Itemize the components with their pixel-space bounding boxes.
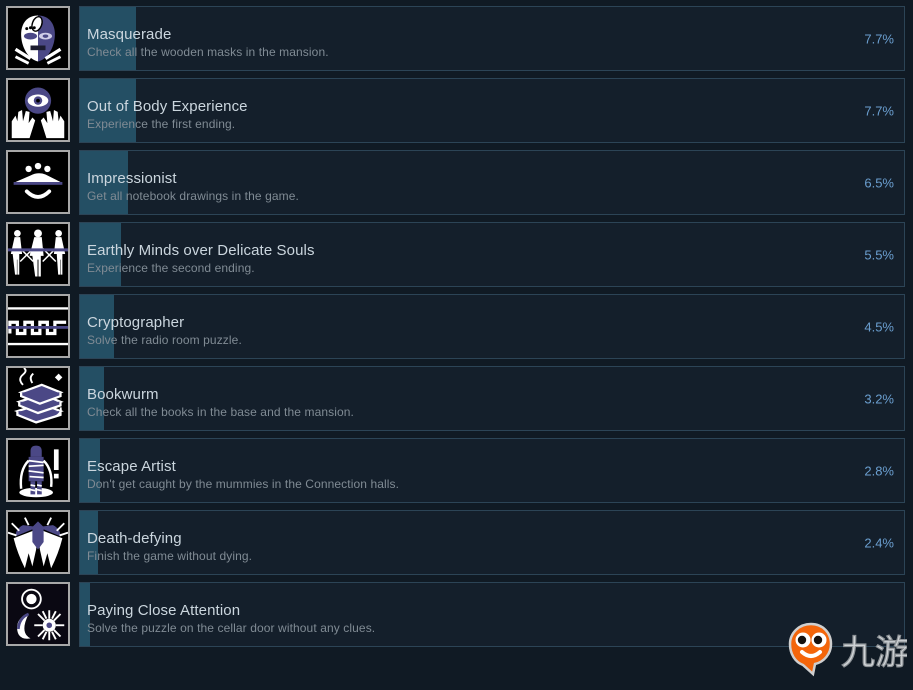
achievement-body[interactable]: Out of Body Experience Experience the fir… xyxy=(79,78,905,143)
achievement-text: Paying Close Attention Solve the puzzle o… xyxy=(80,583,904,636)
achievement-title: Out of Body Experience xyxy=(87,98,248,115)
achievement-row[interactable]: Death-defying Finish the game without dyi… xyxy=(0,509,913,576)
achievement-description: Check all the books in the base and the … xyxy=(87,405,354,419)
achievement-description: Experience the first ending. xyxy=(87,117,236,131)
achievement-percent: 7.7% xyxy=(864,31,894,46)
square-wave-icon xyxy=(6,294,70,358)
achievement-body[interactable]: Impressionist Get all notebook drawings i… xyxy=(79,150,905,215)
achievement-title: Bookwurm xyxy=(87,386,159,403)
achievement-row[interactable]: Escape Artist Don't get caught by the mum… xyxy=(0,437,913,504)
achievement-row[interactable]: Cryptographer Solve the radio room puzzle… xyxy=(0,293,913,360)
achievement-row[interactable]: Paying Close Attention Solve the puzzle o… xyxy=(0,581,913,648)
achievement-percent: 7.7% xyxy=(864,103,894,118)
achievement-percent: 6.5% xyxy=(864,175,894,190)
achievement-description: Get all notebook drawings in the game. xyxy=(87,189,299,203)
achievement-percent: 2.4% xyxy=(864,535,894,550)
eye-hands-icon xyxy=(6,78,70,142)
winged-figure-icon xyxy=(6,510,70,574)
achievement-text: Bookwurm Check all the books in the base … xyxy=(80,367,904,420)
achievement-percent: 4.5% xyxy=(864,319,894,334)
achievement-body[interactable]: Masquerade Check all the wooden masks in … xyxy=(79,6,905,71)
achievement-text: Escape Artist Don't get caught by the mum… xyxy=(80,439,904,492)
achievement-title: Impressionist xyxy=(87,170,177,187)
sun-moon-icon xyxy=(6,582,70,646)
achievement-row[interactable]: Impressionist Get all notebook drawings i… xyxy=(0,149,913,216)
achievement-text: Death-defying Finish the game without dyi… xyxy=(80,511,904,564)
achievement-description: Finish the game without dying. xyxy=(87,549,253,563)
achievement-row[interactable]: Masquerade Check all the wooden masks in … xyxy=(0,5,913,72)
achievement-body[interactable]: Earthly Minds over Delicate Souls Experie… xyxy=(79,222,905,287)
achievement-row[interactable]: Bookwurm Check all the books in the base … xyxy=(0,365,913,432)
achievement-body[interactable]: Paying Close Attention Solve the puzzle o… xyxy=(79,582,905,647)
achievement-text: Out of Body Experience Experience the fir… xyxy=(80,79,904,132)
mask-icon xyxy=(6,6,70,70)
achievement-description: Solve the puzzle on the cellar door with… xyxy=(87,621,376,635)
achievement-row[interactable]: Earthly Minds over Delicate Souls Experie… xyxy=(0,221,913,288)
achievement-title: Masquerade xyxy=(87,26,172,43)
achievement-text: Earthly Minds over Delicate Souls Experie… xyxy=(80,223,904,276)
achievement-description: Experience the second ending. xyxy=(87,261,255,275)
achievement-description: Don't get caught by the mummies in the C… xyxy=(87,477,400,491)
achievement-title: Paying Close Attention xyxy=(87,602,241,619)
achievement-list: Masquerade Check all the wooden masks in … xyxy=(0,0,913,653)
achievement-body[interactable]: Cryptographer Solve the radio room puzzle… xyxy=(79,294,905,359)
achievement-percent: 5.5% xyxy=(864,247,894,262)
achievement-title: Earthly Minds over Delicate Souls xyxy=(87,242,315,259)
achievement-body[interactable]: Escape Artist Don't get caught by the mum… xyxy=(79,438,905,503)
three-figures-icon xyxy=(6,222,70,286)
achievement-percent: 2.8% xyxy=(864,463,894,478)
achievement-description: Solve the radio room puzzle. xyxy=(87,333,242,347)
achievement-percent: 3.2% xyxy=(864,391,894,406)
achievement-body[interactable]: Bookwurm Check all the books in the base … xyxy=(79,366,905,431)
achievement-text: Cryptographer Solve the radio room puzzle… xyxy=(80,295,904,348)
books-icon xyxy=(6,366,70,430)
achievement-body[interactable]: Death-defying Finish the game without dyi… xyxy=(79,510,905,575)
achievement-description: Check all the wooden masks in the mansio… xyxy=(87,45,329,59)
mummy-icon xyxy=(6,438,70,502)
achievement-text: Masquerade Check all the wooden masks in … xyxy=(80,7,904,60)
smiling-face-icon xyxy=(6,150,70,214)
achievement-title: Escape Artist xyxy=(87,458,176,475)
achievement-row[interactable]: Out of Body Experience Experience the fir… xyxy=(0,77,913,144)
achievement-title: Death-defying xyxy=(87,530,182,547)
achievement-title: Cryptographer xyxy=(87,314,185,331)
achievement-text: Impressionist Get all notebook drawings i… xyxy=(80,151,904,204)
